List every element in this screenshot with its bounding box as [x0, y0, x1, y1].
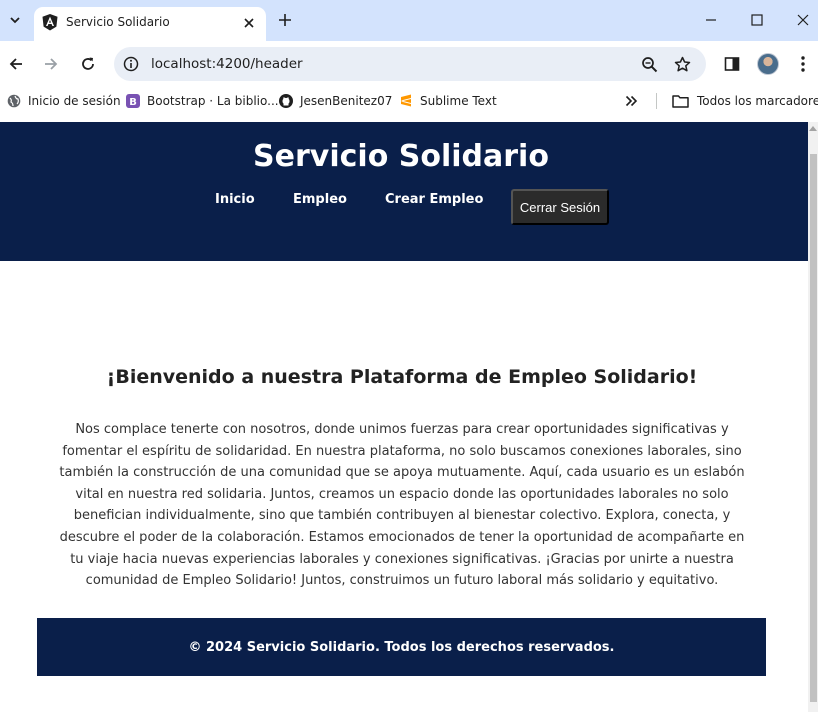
logout-button[interactable]: Cerrar Sesión — [511, 189, 609, 225]
bookmarks-divider — [656, 93, 657, 109]
nav-link-inicio[interactable]: Inicio — [215, 192, 255, 208]
site-info-button[interactable] — [122, 55, 140, 73]
back-button[interactable] — [4, 52, 28, 76]
plus-icon — [279, 14, 291, 26]
star-icon — [674, 56, 690, 71]
bookmarks-overflow-button[interactable] — [625, 92, 638, 110]
scrollbar-thumb[interactable] — [810, 154, 817, 702]
tab-title: Servicio Solidario — [66, 15, 170, 29]
forward-button[interactable] — [39, 52, 63, 76]
angular-icon — [42, 14, 58, 31]
browser-toolbar: localhost:4200/header — [0, 41, 818, 87]
tab-search-button[interactable] — [4, 8, 26, 32]
more-vert-icon — [801, 56, 805, 72]
side-panel-icon — [724, 57, 740, 71]
sublime-icon — [399, 94, 413, 108]
chevron-down-icon — [10, 17, 20, 24]
bookmark-item[interactable]: Inicio de sesión — [7, 92, 121, 110]
arrow-left-icon — [9, 58, 22, 70]
nav-link-crear-empleo[interactable]: Crear Empleo — [385, 192, 483, 208]
close-icon — [797, 14, 809, 26]
footer-text: © 2024 Servicio Solidario. Todos los der… — [188, 639, 615, 655]
all-bookmarks-button[interactable]: Todos los marcadores — [672, 92, 818, 110]
maximize-button[interactable] — [747, 10, 767, 30]
github-icon — [279, 94, 293, 108]
reload-button[interactable] — [76, 52, 100, 76]
close-icon — [244, 18, 254, 28]
minimize-button[interactable] — [701, 10, 721, 30]
arrow-right-icon — [45, 58, 58, 70]
all-bookmarks-label: Todos los marcadores — [697, 94, 818, 108]
site-header: Servicio Solidario Inicio Empleo Crear E… — [0, 122, 808, 261]
folder-icon — [672, 94, 689, 108]
tab-strip: Servicio Solidario — [0, 0, 818, 41]
profile-avatar[interactable] — [757, 53, 779, 75]
bookmark-label: Inicio de sesión — [28, 94, 121, 108]
active-tab[interactable]: Servicio Solidario — [34, 7, 266, 41]
site-title: Servicio Solidario — [253, 139, 549, 174]
window-close-button[interactable] — [793, 10, 813, 30]
bookmark-label: Bootstrap · La biblio... — [147, 94, 279, 108]
bookmark-label: JesenBenitez07 — [300, 94, 393, 108]
info-icon — [123, 56, 139, 72]
side-panel-button[interactable] — [720, 52, 744, 76]
reload-icon — [82, 57, 94, 70]
double-chevron-right-icon — [625, 95, 638, 107]
bootstrap-icon: B — [126, 94, 140, 108]
bookmark-star-button[interactable] — [672, 54, 692, 74]
zoom-button[interactable] — [639, 54, 659, 74]
menu-button[interactable] — [791, 52, 815, 76]
zoom-icon — [641, 56, 657, 72]
site-footer: © 2024 Servicio Solidario. Todos los der… — [37, 618, 766, 676]
globe-icon — [7, 94, 21, 108]
welcome-text: Nos complace tenerte con nosotros, donde… — [59, 422, 745, 589]
welcome-title: ¡Bienvenido a nuestra Plataforma de Empl… — [106, 366, 698, 388]
tab-close-button[interactable] — [240, 14, 258, 32]
bookmark-item[interactable]: Sublime Text — [399, 92, 497, 110]
page-scrollbar[interactable] — [808, 122, 818, 712]
svg-text:B: B — [129, 97, 137, 108]
bookmarks-bar: Inicio de sesión B Bootstrap · La biblio… — [0, 87, 818, 115]
url-text: localhost:4200/header — [151, 56, 303, 72]
minimize-icon — [706, 19, 716, 21]
bookmark-item[interactable]: JesenBenitez07 — [279, 92, 392, 110]
maximize-icon — [751, 14, 763, 26]
new-tab-button[interactable] — [274, 9, 296, 31]
address-bar[interactable]: localhost:4200/header — [114, 47, 706, 81]
scroll-up-arrow[interactable] — [809, 126, 817, 131]
nav-link-empleo[interactable]: Empleo — [293, 192, 347, 208]
bookmark-label: Sublime Text — [420, 94, 497, 108]
bookmark-item[interactable]: B Bootstrap · La biblio... — [126, 92, 279, 110]
page-viewport: Servicio Solidario Inicio Empleo Crear E… — [0, 122, 818, 712]
